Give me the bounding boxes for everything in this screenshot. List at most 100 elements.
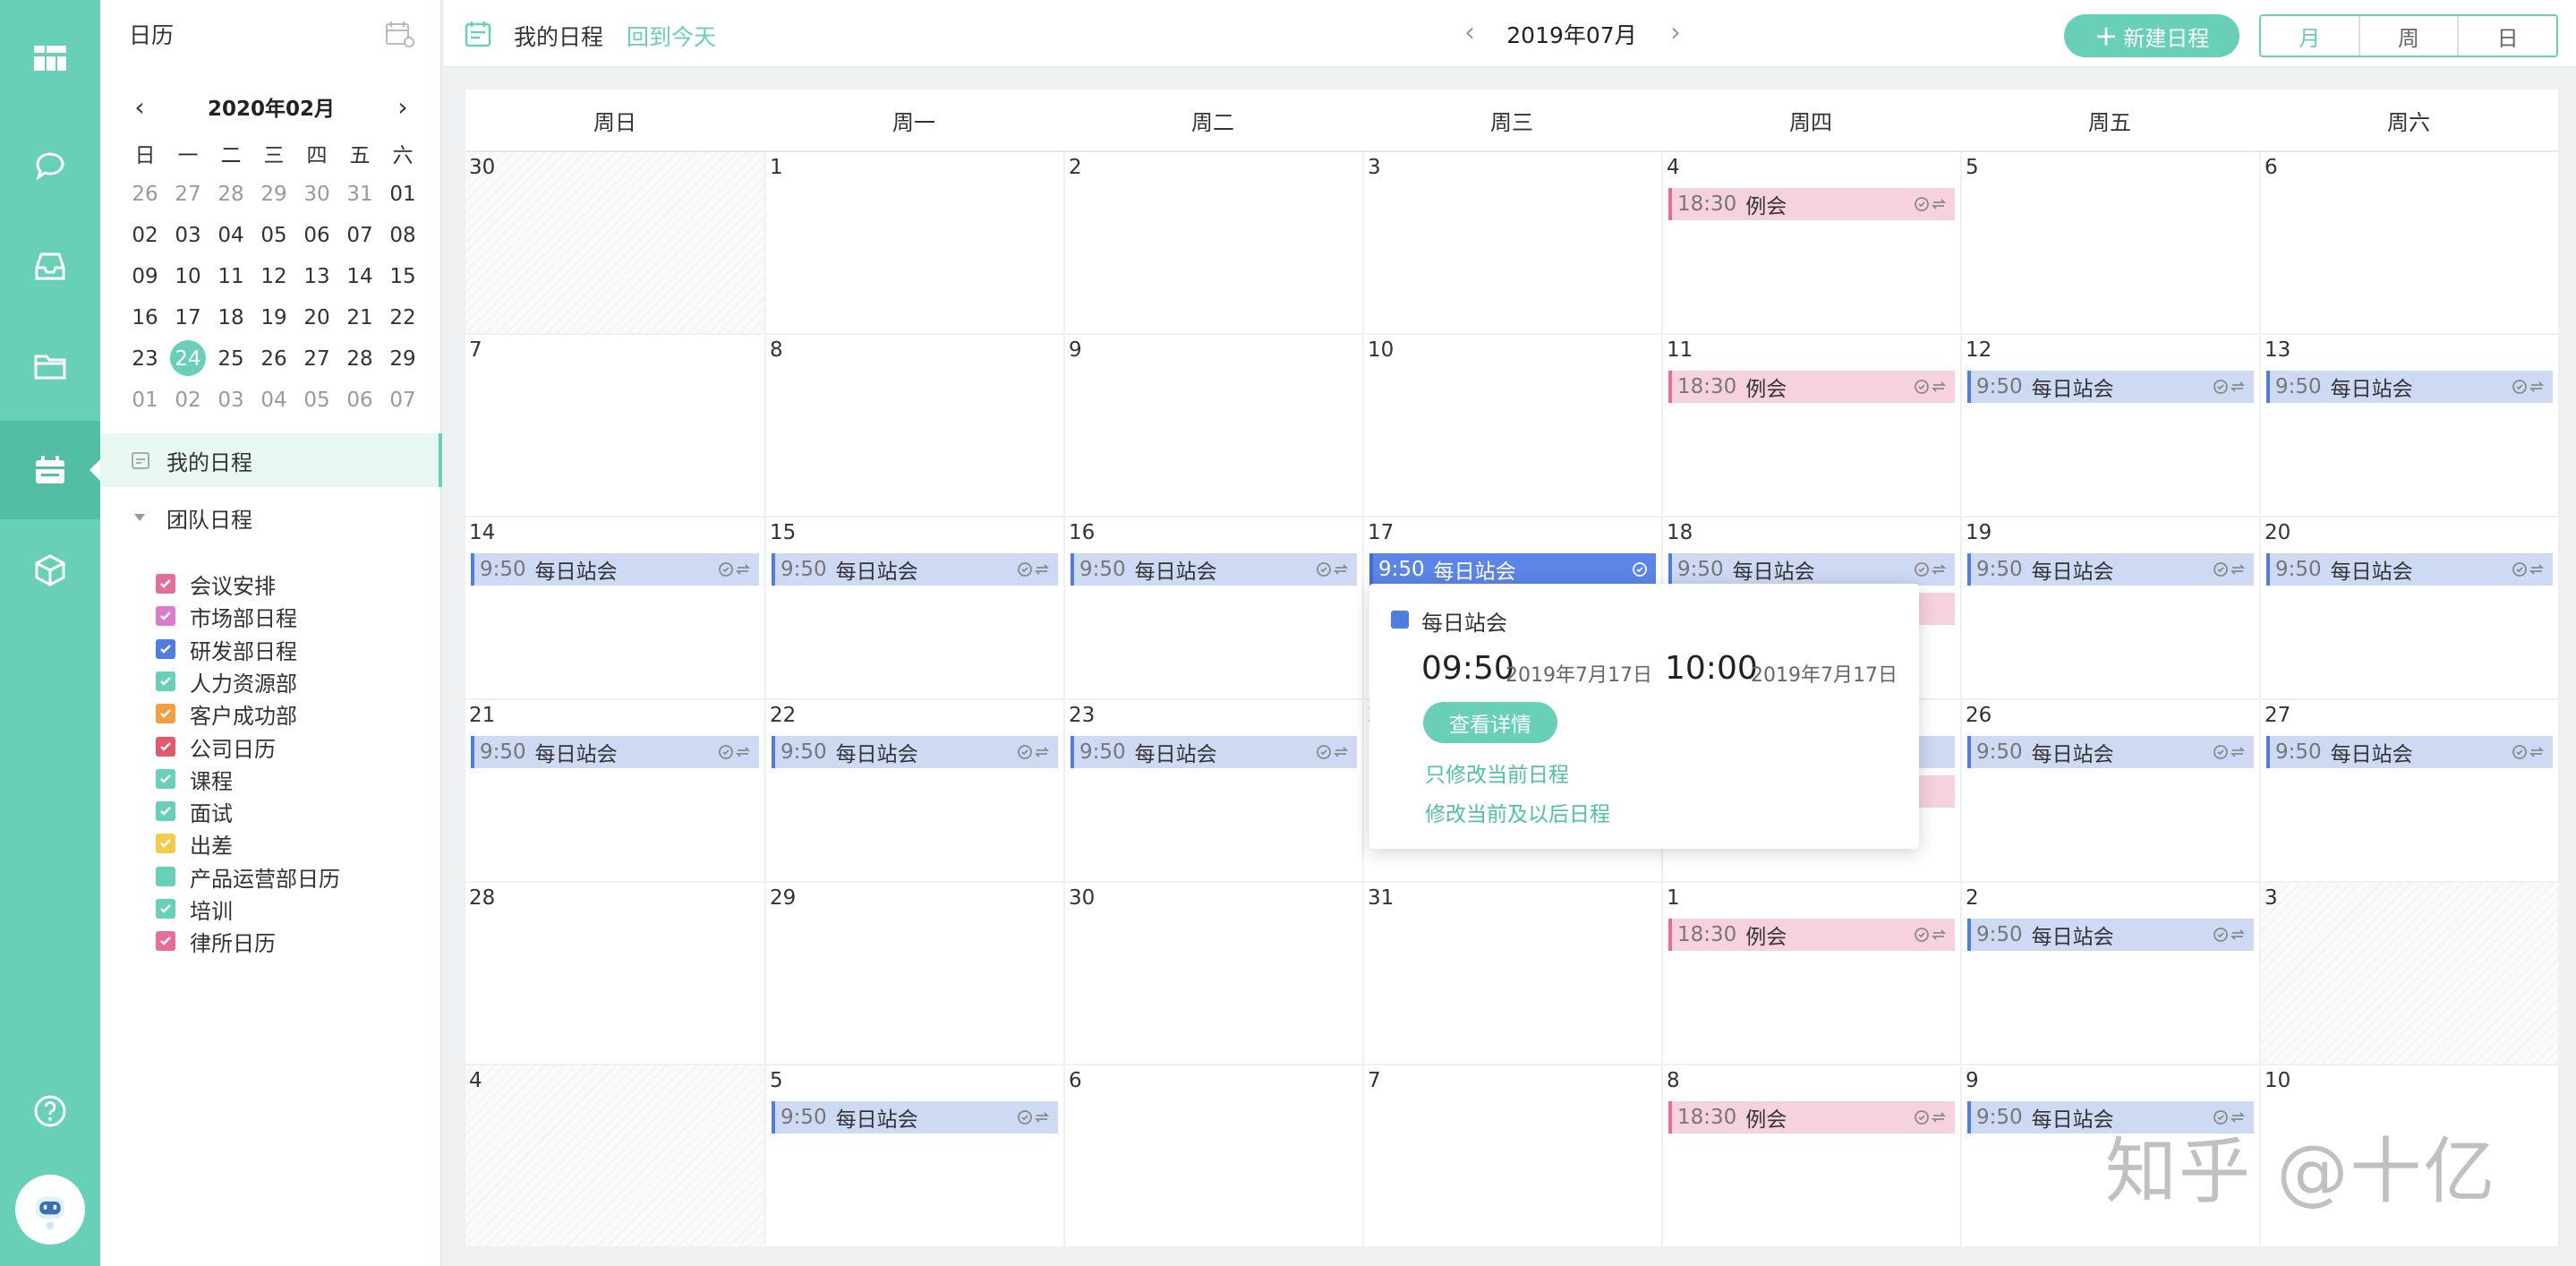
calendar-day[interactable]: 9: [1063, 335, 1362, 516]
team-calendar-item[interactable]: 研发部日程: [156, 631, 297, 667]
calendar-day[interactable]: 5: [1960, 152, 2259, 333]
mini-day[interactable]: 29: [252, 174, 295, 215]
calendar-event[interactable]: 18:30 例会: [1668, 371, 1955, 403]
calendar-event[interactable]: 18:30 例会: [1668, 1101, 1955, 1133]
mini-day[interactable]: 10: [166, 256, 209, 297]
calendar-day[interactable]: 16 9:50 每日站会: [1063, 518, 1362, 698]
mini-day[interactable]: 08: [381, 215, 424, 256]
mini-day[interactable]: 01: [381, 174, 424, 215]
collapse-triangle-icon[interactable]: [134, 514, 145, 521]
mini-day[interactable]: 17: [166, 297, 209, 338]
calendar-day[interactable]: 30: [465, 152, 764, 333]
mini-day[interactable]: 31: [338, 174, 381, 215]
view-week-button[interactable]: 周: [2358, 16, 2458, 56]
team-calendar-item[interactable]: 出差: [156, 825, 233, 861]
checkbox[interactable]: [156, 867, 175, 886]
calendar-event[interactable]: 9:50 每日站会: [1668, 553, 1955, 586]
calendar-day[interactable]: 19 9:50 每日站会: [1960, 518, 2259, 698]
view-day-button[interactable]: 日: [2457, 16, 2556, 56]
team-calendar-item[interactable]: 会议安排: [156, 566, 276, 602]
calendar-day[interactable]: 7: [1362, 1065, 1661, 1246]
calendar-event[interactable]: 9:50 每日站会: [1967, 736, 2254, 768]
calendar-day[interactable]: 1 18:30 例会: [1661, 883, 1960, 1064]
team-calendar-item[interactable]: 客户成功部: [156, 696, 297, 731]
team-calendar-item[interactable]: 市场部日程: [156, 598, 297, 634]
mini-day[interactable]: 06: [338, 380, 381, 421]
mini-day[interactable]: 02: [124, 215, 166, 256]
calendar-day[interactable]: 2 9:50 每日站会: [1960, 883, 2259, 1064]
sidebar-item-my-schedule[interactable]: 我的日程: [100, 433, 442, 487]
checkbox[interactable]: [156, 737, 175, 757]
checkbox[interactable]: [156, 931, 175, 951]
calendar-day[interactable]: 8: [764, 335, 1063, 516]
calendar-event[interactable]: 9:50 每日站会: [1967, 919, 2254, 951]
checkbox[interactable]: [156, 671, 175, 691]
team-calendar-item[interactable]: 培训: [156, 891, 233, 927]
calendar-day[interactable]: 29: [764, 883, 1063, 1064]
checkbox[interactable]: [156, 574, 175, 594]
mini-day[interactable]: 12: [252, 256, 295, 297]
mini-day[interactable]: 09: [124, 256, 166, 297]
prev-month-button[interactable]: ‹: [1452, 14, 1488, 50]
mini-day[interactable]: 03: [209, 380, 252, 421]
calendar-event[interactable]: 9:50 每日站会: [1369, 553, 1656, 586]
checkbox[interactable]: [156, 769, 175, 789]
calendar-event[interactable]: 9:50 每日站会: [1070, 553, 1357, 586]
calendar-event[interactable]: 9:50 每日站会: [1967, 371, 2254, 403]
help-icon[interactable]: [0, 1062, 100, 1160]
edit-following-link[interactable]: 修改当前及以后日程: [1425, 797, 1610, 827]
calendar-event[interactable]: 9:50 每日站会: [772, 1101, 1058, 1133]
dashboard-icon[interactable]: [0, 9, 100, 107]
checkbox[interactable]: [156, 899, 175, 919]
calendar-day[interactable]: 11 18:30 例会: [1661, 335, 1960, 516]
calendar-day[interactable]: 3: [1362, 152, 1661, 333]
mini-day[interactable]: 27: [295, 338, 338, 380]
calendar-day[interactable]: 12 9:50 每日站会: [1960, 335, 2259, 516]
calendar-settings-icon[interactable]: [383, 18, 415, 50]
mini-day[interactable]: 05: [252, 215, 295, 256]
mini-day[interactable]: 29: [381, 338, 424, 380]
mini-next-month-button[interactable]: ›: [387, 88, 419, 125]
calendar-day[interactable]: 1: [764, 152, 1063, 333]
mini-day[interactable]: 14: [338, 256, 381, 297]
calendar-day[interactable]: 27 9:50 每日站会: [2259, 700, 2558, 881]
mini-day[interactable]: 07: [338, 215, 381, 256]
calendar-event[interactable]: 18:30 例会: [1668, 919, 1955, 951]
avatar[interactable]: [15, 1175, 85, 1245]
team-calendar-item[interactable]: 课程: [156, 761, 233, 797]
calendar-event[interactable]: 9:50 每日站会: [471, 736, 759, 768]
calendar-day[interactable]: 8 18:30 例会: [1661, 1065, 1960, 1246]
cube-icon[interactable]: [0, 521, 100, 620]
calendar-event[interactable]: 9:50 每日站会: [1967, 553, 2254, 586]
calendar-day[interactable]: 3: [2259, 883, 2558, 1064]
mini-day[interactable]: 01: [124, 380, 166, 421]
view-details-button[interactable]: 查看详情: [1423, 702, 1557, 743]
calendar-day[interactable]: 15 9:50 每日站会: [764, 518, 1063, 698]
checkbox[interactable]: [156, 704, 175, 723]
next-month-button[interactable]: ›: [1658, 14, 1693, 50]
checkbox[interactable]: [156, 639, 175, 659]
chat-icon[interactable]: [0, 116, 100, 215]
calendar-day[interactable]: 23 9:50 每日站会: [1063, 700, 1362, 881]
calendar-day[interactable]: 14 9:50 每日站会: [465, 518, 764, 698]
sidebar-item-team-schedule[interactable]: 团队日程: [100, 491, 442, 544]
calendar-event[interactable]: 9:50 每日站会: [772, 736, 1058, 768]
calendar-day[interactable]: 28: [465, 883, 764, 1064]
calendar-event[interactable]: 9:50 每日站会: [471, 553, 759, 586]
mini-day[interactable]: 05: [295, 380, 338, 421]
calendar-day[interactable]: 7: [465, 335, 764, 516]
calendar-event[interactable]: 9:50 每日站会: [1070, 736, 1357, 768]
calendar-day[interactable]: 30: [1063, 883, 1362, 1064]
calendar-event[interactable]: 9:50 每日站会: [2266, 736, 2553, 768]
mini-day[interactable]: 23: [124, 338, 166, 380]
inbox-icon[interactable]: [0, 217, 100, 315]
mini-day[interactable]: 13: [295, 256, 338, 297]
mini-day[interactable]: 11: [209, 256, 252, 297]
mini-day[interactable]: 18: [209, 297, 252, 338]
calendar-day[interactable]: 22 9:50 每日站会: [764, 700, 1063, 881]
mini-day[interactable]: 04: [209, 215, 252, 256]
mini-day[interactable]: 07: [381, 380, 424, 421]
mini-day[interactable]: 26: [252, 338, 295, 380]
mini-day[interactable]: 20: [295, 297, 338, 338]
mini-day-selected[interactable]: 24: [166, 338, 209, 380]
